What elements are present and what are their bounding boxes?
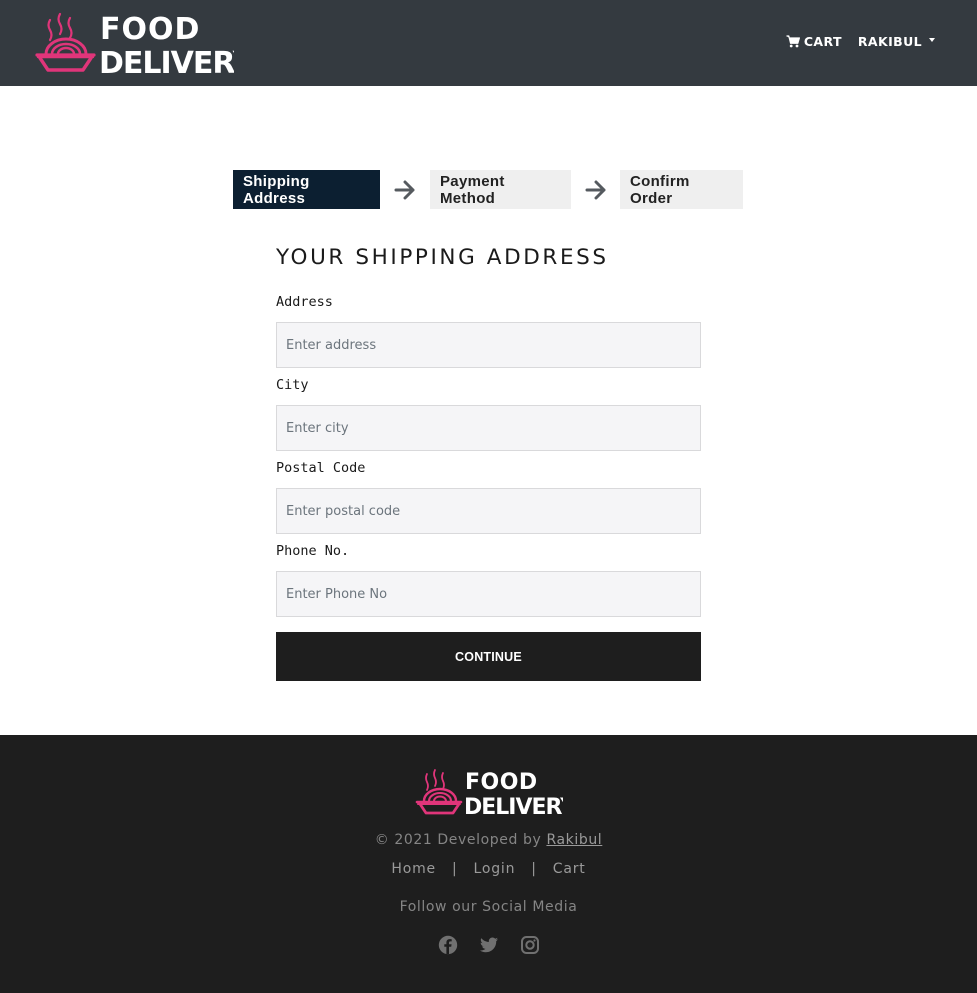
navbar: FOOD DELIVERY CART RAKIBUL [0, 0, 977, 86]
shipping-form: YOUR SHIPPING ADDRESS Address City Posta… [276, 243, 701, 681]
food-bowl-icon: FOOD DELIVERY [35, 12, 234, 80]
city-field[interactable] [276, 405, 701, 451]
food-bowl-icon: FOOD DELIVERY [415, 769, 578, 820]
footer-nav: Home | Login | Cart [0, 861, 977, 877]
address-field[interactable] [276, 322, 701, 368]
continue-button[interactable]: CONTINUE [276, 632, 701, 681]
brand-line2: DELIVERY [99, 46, 234, 80]
arrow-right-icon [380, 170, 430, 209]
facebook-icon[interactable] [438, 935, 458, 955]
social-links [0, 935, 977, 955]
footer: FOOD DELIVERY © 2021 Developed by Rakibu… [0, 735, 977, 993]
separator: | [531, 861, 537, 877]
separator: | [451, 861, 458, 877]
arrow-right-icon [571, 170, 620, 209]
footer-link-home[interactable]: Home [391, 861, 436, 877]
twitter-icon[interactable] [479, 935, 499, 955]
brand-logo[interactable]: FOOD DELIVERY [34, 8, 234, 80]
phone-field[interactable] [276, 571, 701, 617]
brand-line1: FOOD [100, 12, 200, 47]
copyright-text: © 2021 Developed by [374, 832, 547, 848]
instagram-icon[interactable] [520, 935, 540, 955]
step-shipping-address[interactable]: Shipping Address [233, 170, 380, 209]
user-dropdown[interactable]: RAKIBUL [858, 34, 935, 49]
address-label: Address [276, 294, 333, 310]
caret-down-icon [929, 38, 935, 42]
postal-code-field[interactable] [276, 488, 701, 534]
phone-label: Phone No. [276, 543, 350, 559]
postal-code-label: Postal Code [276, 460, 366, 476]
cart-link[interactable]: CART [786, 34, 842, 49]
nav-right: CART RAKIBUL [786, 34, 935, 49]
footer-brand-line1: FOOD [465, 770, 538, 795]
checkout-steps: Shipping Address Payment Method Confirm … [233, 170, 743, 209]
user-name: RAKIBUL [857, 34, 922, 49]
step-payment-method[interactable]: Payment Method [430, 170, 571, 209]
step-confirm-order[interactable]: Confirm Order [620, 170, 743, 209]
shopping-cart-icon [786, 35, 800, 48]
city-label: City [276, 377, 309, 393]
footer-logo[interactable]: FOOD DELIVERY [415, 765, 578, 821]
follow-text: Follow our Social Media [399, 899, 578, 915]
footer-link-login[interactable]: Login [473, 861, 515, 877]
footer-link-cart[interactable]: Cart [553, 861, 586, 877]
footer-brand-line2: DELIVERY [464, 795, 563, 820]
developer-link[interactable]: Rakibul [546, 832, 602, 848]
cart-label: CART [803, 34, 842, 49]
page-title: YOUR SHIPPING ADDRESS [276, 245, 609, 270]
copyright: © 2021 Developed by Rakibul [0, 832, 977, 848]
